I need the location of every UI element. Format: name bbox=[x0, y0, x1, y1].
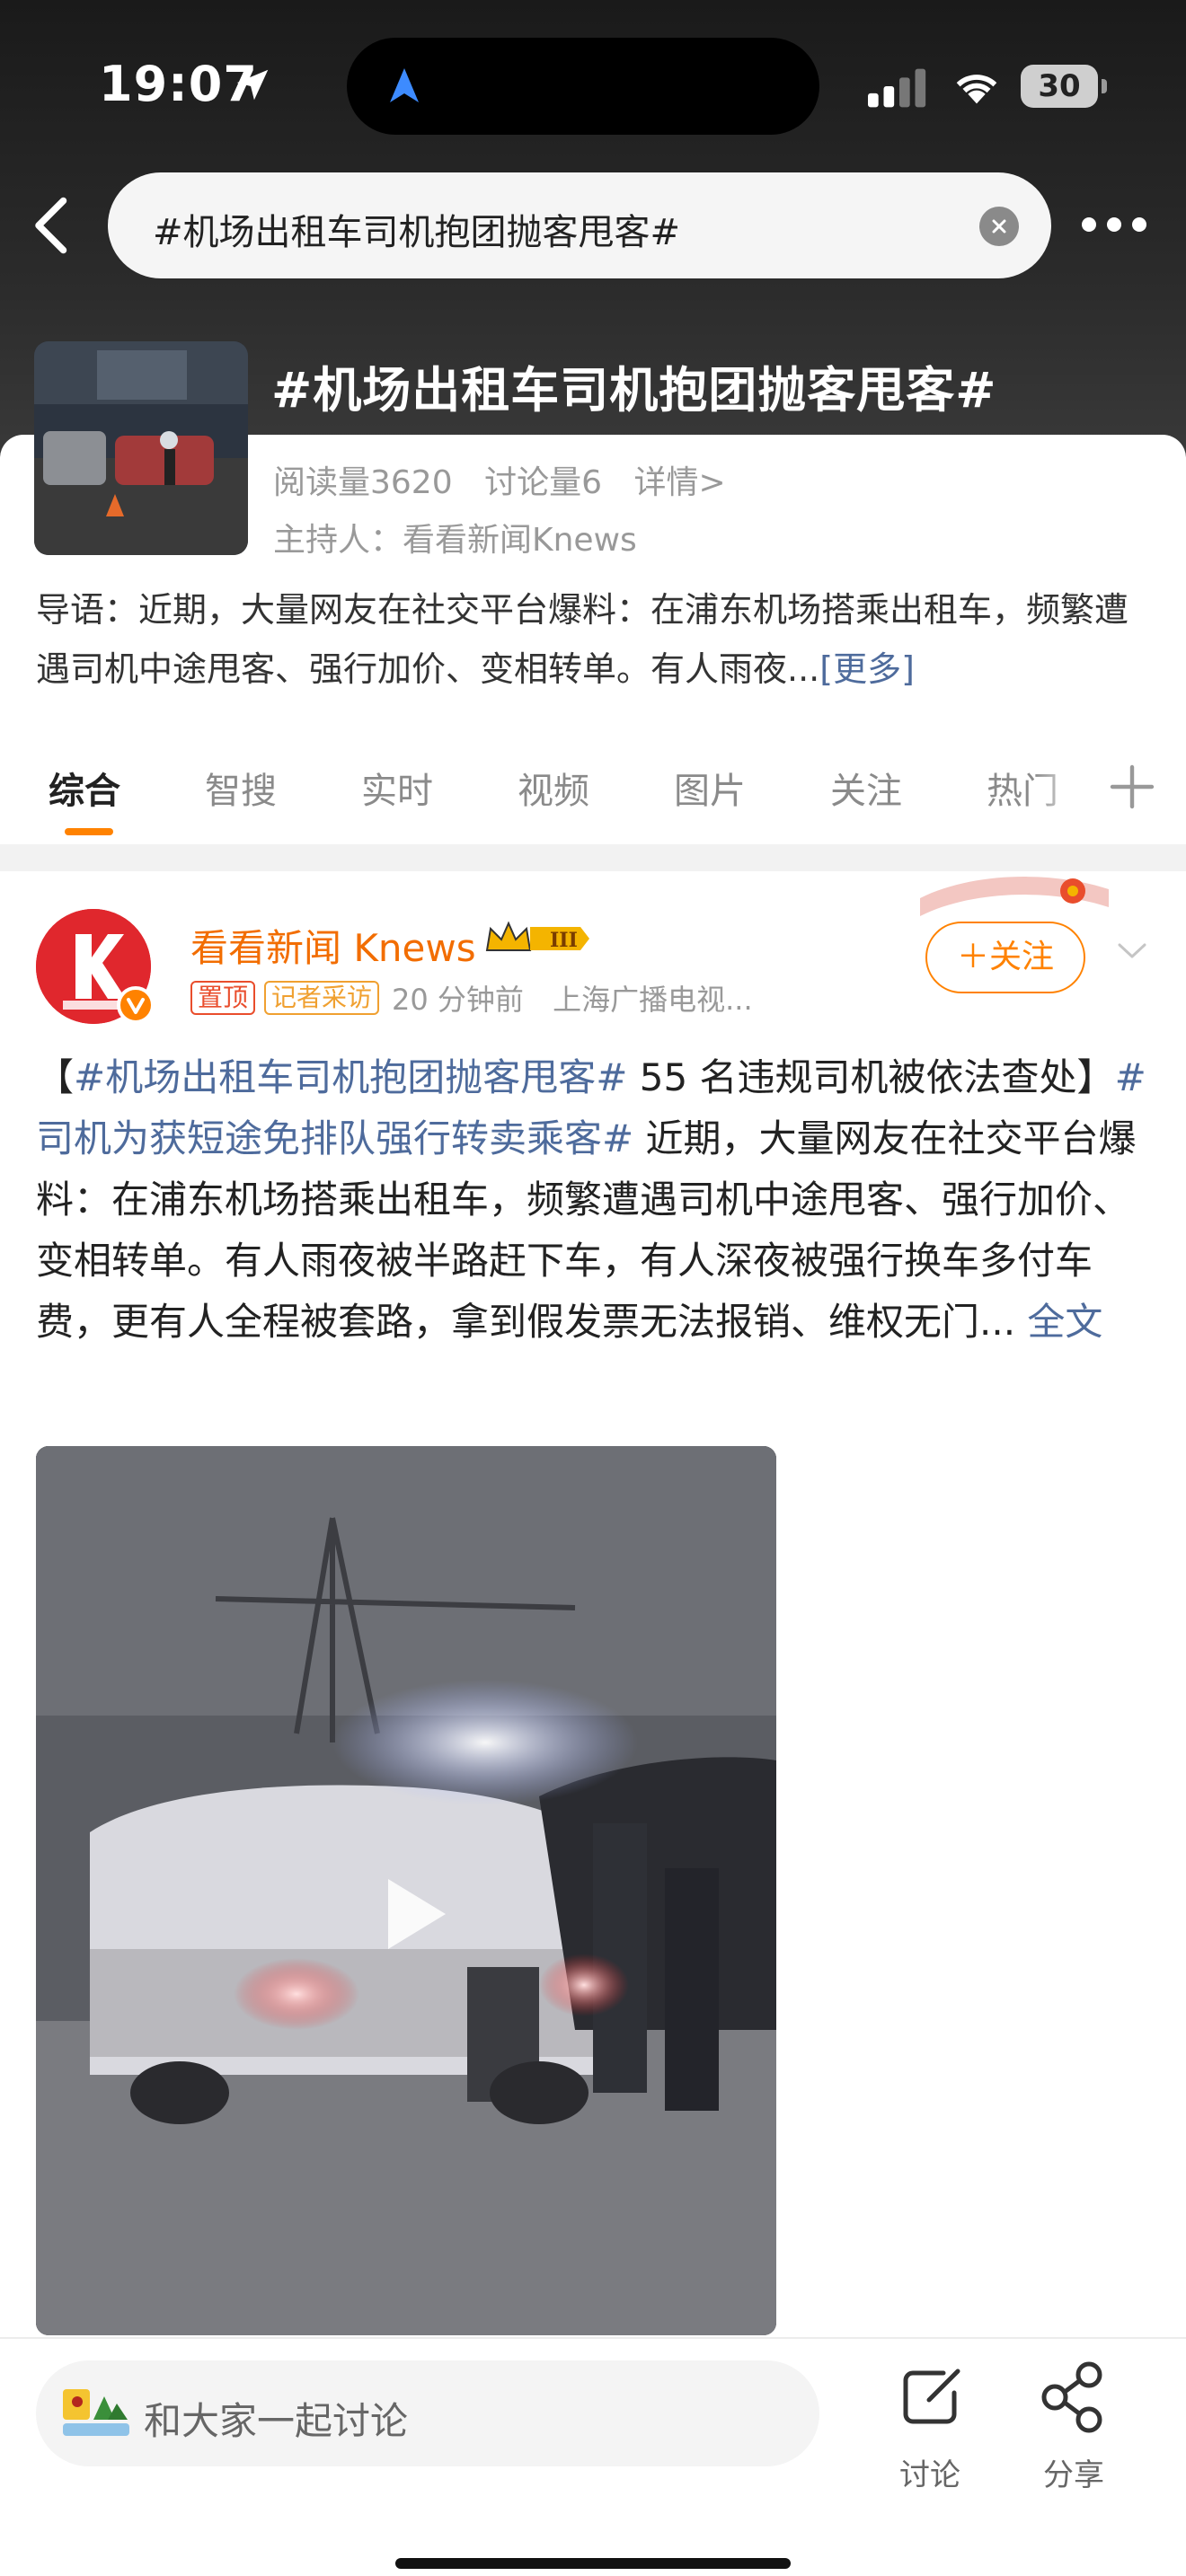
share-label: 分享 bbox=[1043, 2457, 1104, 2493]
topic-title: #机场出租车司机抱团抛客甩客# bbox=[271, 362, 997, 419]
battery-indicator: 30 bbox=[1021, 65, 1107, 108]
hashtag-link[interactable]: #机场出租车司机抱团抛客甩客# bbox=[74, 1055, 627, 1099]
pinned-tag: 置顶 bbox=[190, 981, 256, 1015]
discuss-button[interactable]: 讨论 bbox=[890, 2357, 970, 2493]
back-button[interactable] bbox=[27, 194, 77, 257]
post-text-part1: 55 名违规司机被依法查处】 bbox=[627, 1055, 1115, 1099]
wifi-icon bbox=[956, 75, 997, 104]
follow-button[interactable]: ＋关注 bbox=[925, 922, 1085, 993]
share-icon bbox=[1041, 2361, 1102, 2433]
author-name[interactable]: 看看新闻 Knews bbox=[190, 918, 476, 973]
bottom-action-bar: 和大家一起讨论 讨论 分享 bbox=[0, 2337, 1186, 2576]
topic-intro-text: 导语：近期，大量网友在社交平台爆料：在浦东机场搭乘出租车，频繁遭遇司机中途甩客、… bbox=[36, 590, 1129, 689]
location-arrow-icon bbox=[236, 69, 269, 101]
share-button[interactable]: 分享 bbox=[1033, 2357, 1114, 2493]
topic-thumbnail-image bbox=[34, 341, 248, 555]
cellular-signal-icon bbox=[868, 68, 926, 108]
section-divider bbox=[0, 844, 1186, 871]
post-card: 看看新闻 Knews III 置顶 记者采访 20 分钟前 上海广播电视... ＋关… bbox=[0, 871, 1186, 2337]
search-input[interactable]: #机场出租车司机抱团抛客甩客# bbox=[108, 172, 1051, 278]
reporter-tag: 记者采访 bbox=[264, 981, 380, 1015]
topic-stats: 阅读量3620 讨论量6 详情> bbox=[273, 456, 748, 503]
sticker-icon bbox=[63, 2389, 129, 2436]
intro-more-link[interactable]: [更多] bbox=[819, 649, 915, 689]
navigation-arrow-icon bbox=[390, 68, 419, 102]
topic-intro: 导语：近期，大量网友在社交平台爆料：在浦东机场搭乘出租车，频繁遭遇司机中途甩客、… bbox=[36, 580, 1150, 699]
more-options-button[interactable] bbox=[1078, 208, 1150, 241]
tab-smart-search[interactable]: 智搜 bbox=[205, 762, 277, 814]
post-time: 20 分钟前 bbox=[392, 983, 524, 1017]
post-body: 【#机场出租车司机抱团抛客甩客# 55 名违规司机被依法查处】#司机为获短途免排… bbox=[36, 1047, 1150, 1353]
chevron-down-icon[interactable] bbox=[1114, 938, 1150, 963]
comment-placeholder: 和大家一起讨论 bbox=[144, 2399, 409, 2443]
edit-icon bbox=[903, 2369, 960, 2424]
home-indicator[interactable] bbox=[395, 2558, 791, 2569]
comment-input[interactable]: 和大家一起讨论 bbox=[36, 2360, 819, 2466]
topic-host[interactable]: 主持人：看看新闻Knews bbox=[273, 514, 637, 560]
tab-realtime[interactable]: 实时 bbox=[361, 762, 433, 814]
clear-search-button[interactable] bbox=[979, 207, 1019, 246]
add-tab-button[interactable] bbox=[1107, 762, 1157, 812]
tab-images[interactable]: 图片 bbox=[674, 762, 746, 814]
tab-bar: 综合 智搜 实时 视频 图片 关注 热门 bbox=[0, 758, 1186, 844]
tab-comprehensive[interactable]: 综合 bbox=[49, 762, 120, 814]
close-icon bbox=[992, 219, 1006, 234]
discussion-count: 讨论量6 bbox=[484, 464, 602, 501]
topic-thumbnail bbox=[34, 341, 248, 555]
tab-video[interactable]: 视频 bbox=[518, 762, 589, 814]
full-text-link[interactable]: 全文 bbox=[1015, 1300, 1102, 1344]
verified-badge-icon bbox=[117, 986, 155, 1024]
svg-text:III: III bbox=[550, 929, 578, 952]
dynamic-island bbox=[347, 38, 819, 135]
discuss-label: 讨论 bbox=[899, 2457, 960, 2493]
read-count: 阅读量3620 bbox=[273, 464, 453, 501]
details-link[interactable]: 详情> bbox=[633, 464, 725, 501]
active-tab-indicator bbox=[65, 828, 113, 835]
vip-crown-badge-icon: III bbox=[485, 921, 589, 952]
post-meta: 置顶 记者采访 20 分钟前 上海广播电视... bbox=[190, 977, 753, 1017]
battery-level: 30 bbox=[1038, 68, 1081, 104]
tab-following[interactable]: 关注 bbox=[830, 762, 902, 814]
post-video[interactable] bbox=[36, 1446, 776, 2335]
search-query[interactable]: #机场出租车司机抱团抛客甩客# bbox=[153, 203, 680, 255]
play-icon[interactable] bbox=[379, 1874, 451, 1954]
post-source: 上海广播电视... bbox=[553, 983, 753, 1017]
status-bar: 19:07 30 bbox=[0, 0, 1186, 171]
post-text-bracket: 【 bbox=[36, 1055, 75, 1099]
